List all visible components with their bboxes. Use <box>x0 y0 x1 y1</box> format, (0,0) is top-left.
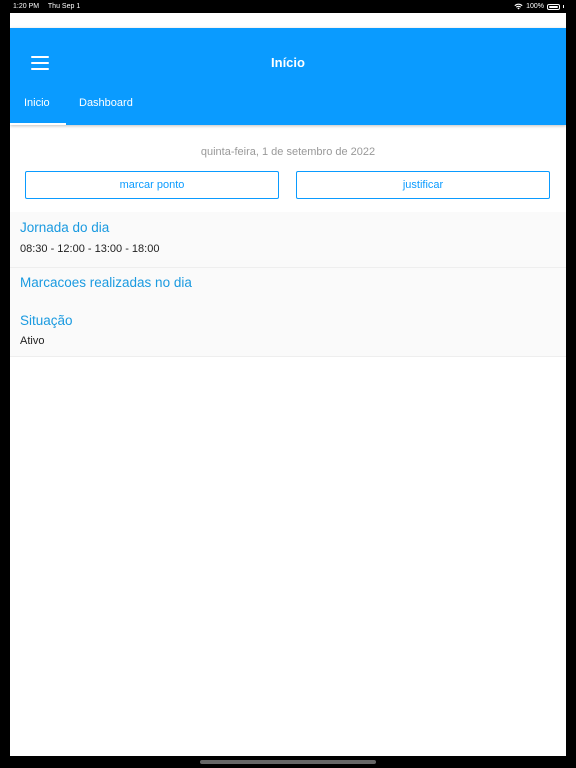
jornada-value: 08:30 - 12:00 - 13:00 - 18:00 <box>20 243 160 255</box>
battery-icon <box>547 3 560 10</box>
tab-dashboard[interactable]: Dashboard <box>79 97 133 109</box>
jornada-title: Jornada do dia <box>20 220 110 235</box>
status-time: 1:20 PM <box>13 3 40 10</box>
jornada-section: Jornada do dia 08:30 - 12:00 - 13:00 - 1… <box>10 212 566 268</box>
app-screen: Início Inicio Dashboard quinta-feira, 1 … <box>10 13 566 756</box>
status-right: 100% <box>514 0 564 13</box>
app-header: Início Inicio Dashboard <box>10 28 566 125</box>
battery-tip <box>563 5 564 8</box>
wifi-icon <box>514 3 523 10</box>
situacao-title: Situação <box>20 313 73 328</box>
justificar-button[interactable]: justificar <box>296 171 550 199</box>
battery-percent: 100% <box>526 3 544 10</box>
status-left: 1:20 PM Thu Sep 1 <box>13 0 87 13</box>
status-date: Thu Sep 1 <box>47 3 81 10</box>
marcacoes-title: Marcacoes realizadas no dia <box>20 275 192 290</box>
marcar-ponto-button[interactable]: marcar ponto <box>25 171 279 199</box>
status-bar: 1:20 PM Thu Sep 1 100% <box>0 0 576 13</box>
page-title: Início <box>271 55 305 70</box>
current-date: quinta-feira, 1 de setembro de 2022 <box>200 146 376 158</box>
situacao-value: Ativo <box>20 335 45 347</box>
active-tab-indicator <box>10 123 66 125</box>
marcacoes-situacao-section: Marcacoes realizadas no dia Situação Ati… <box>10 268 566 357</box>
tab-inicio[interactable]: Inicio <box>24 97 50 109</box>
home-indicator[interactable] <box>200 760 376 764</box>
